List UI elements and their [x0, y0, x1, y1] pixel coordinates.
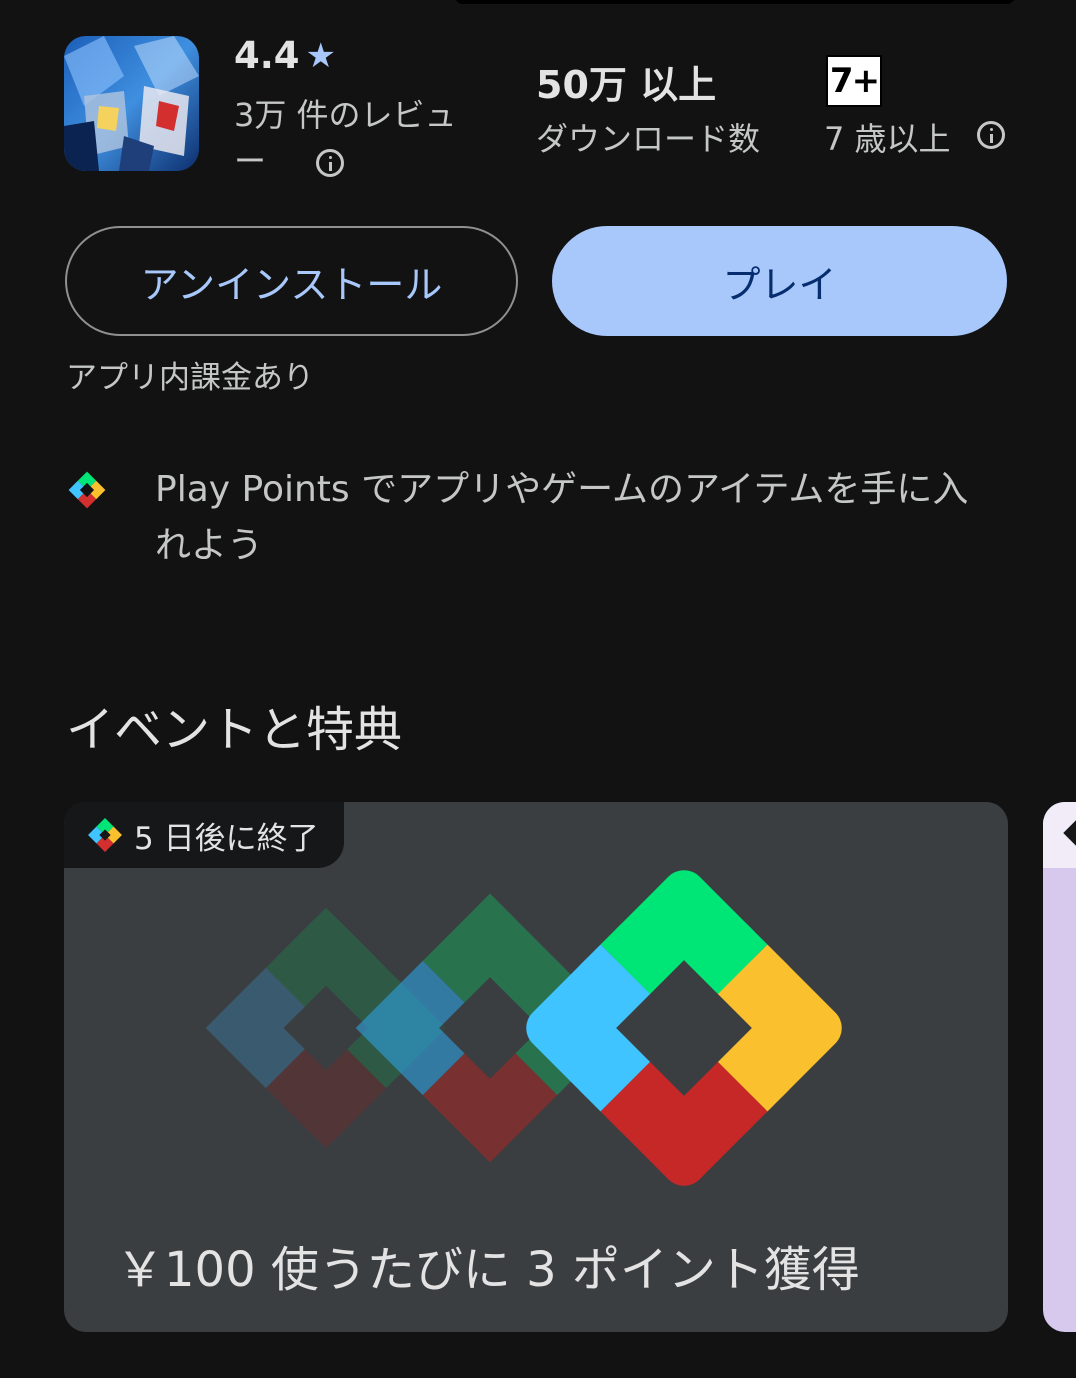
play-points-diamond-icon	[88, 818, 122, 852]
event-description: ￥100 使うたびに 3 ポイント獲得	[116, 1242, 860, 1298]
uninstall-button[interactable]: アンインストール	[65, 226, 518, 336]
in-app-purchases-note: アプリ内課金あり	[66, 360, 314, 396]
top-overlay-fragment	[455, 0, 1015, 4]
rating: 4.4 ★	[234, 34, 336, 77]
events-section-title: イベントと特典	[66, 702, 403, 758]
rating-value: 4.4	[234, 34, 300, 77]
next-event-card[interactable]	[1043, 802, 1076, 1332]
downloads-label: ダウンロード数	[536, 120, 761, 158]
play-points-diamond-icon	[68, 471, 106, 509]
downloads-value: 50万 以上	[536, 63, 717, 107]
event-end-text: 5 日後に終了	[134, 820, 319, 857]
play-button[interactable]: プレイ	[552, 226, 1007, 336]
review-count-text: 3万 件のレビュー	[234, 96, 457, 180]
play-points-promo-text[interactable]: Play Points でアプリやゲームのアイテムを手に入れよう	[155, 462, 975, 574]
review-count[interactable]: 3万 件のレビュー	[234, 92, 464, 184]
app-icon	[64, 36, 199, 171]
app-details-page: 4.4 ★ 3万 件のレビュー 50万 以上 ダウンロード数 7+ 7 歳以上 …	[0, 0, 1076, 1378]
info-icon[interactable]	[316, 149, 345, 177]
event-end-badge: 5 日後に終了	[64, 802, 344, 868]
age-rating-info-icon[interactable]	[977, 121, 1005, 149]
event-card[interactable]: 5 日後に終了 ￥100 使うたびに 3 ポイント獲得	[64, 802, 1008, 1332]
star-icon: ★	[305, 35, 337, 76]
age-rating-label: 7 歳以上	[824, 120, 951, 158]
age-rating-badge: 7+	[826, 55, 882, 107]
